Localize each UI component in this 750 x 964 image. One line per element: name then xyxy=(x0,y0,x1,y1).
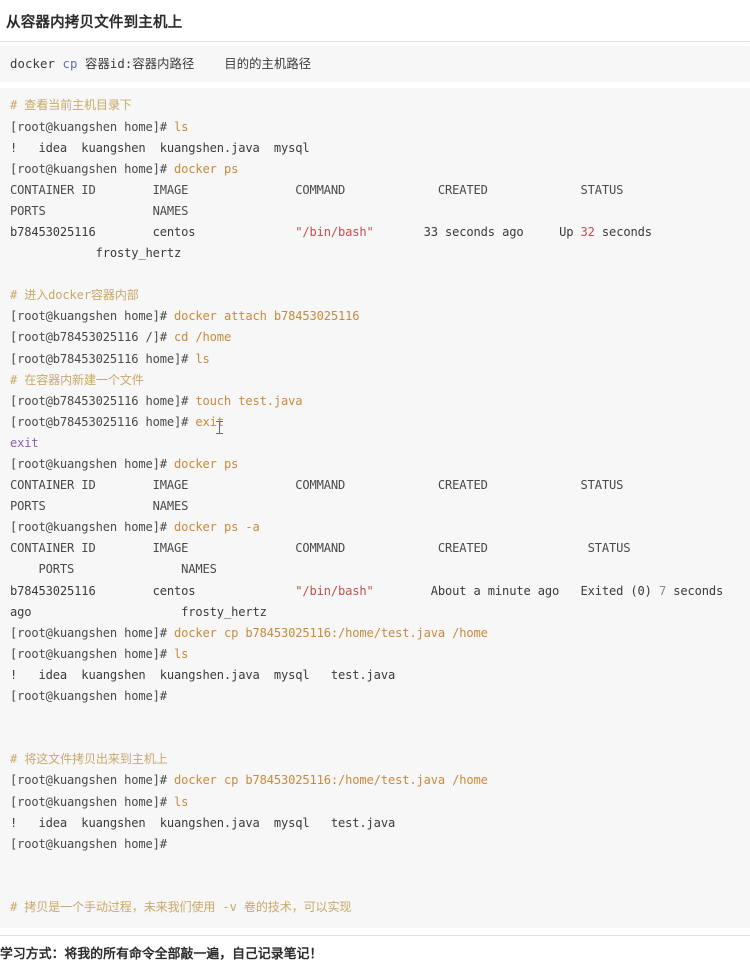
terminal-row-cell: About a minute ago Exited (0) xyxy=(373,583,659,598)
terminal-prompt: [root@kuangshen home]# xyxy=(10,119,167,134)
terminal-prompt: [root@kuangshen home]# xyxy=(10,309,167,324)
terminal-exit-keyword: exit xyxy=(10,435,39,450)
terminal-command: docker ps -a xyxy=(166,520,260,535)
terminal-row-cell: b78453025116 centos xyxy=(10,224,296,239)
syntax-seg-2: 容器id:容器内路径 目的的主机路径 xyxy=(77,57,312,72)
terminal-prompt: [root@kuangshen home]# xyxy=(10,794,167,809)
terminal-comment: # 在容器内新建一个文件 xyxy=(10,372,144,387)
terminal-row-status: seconds xyxy=(594,224,652,239)
terminal-row-status: seconds xyxy=(666,583,724,598)
terminal-comment: # 进入docker容器内部 xyxy=(10,288,139,303)
footer-note: 学习方式：将我的所有命令全部敲一遍，自己记录笔记！ xyxy=(0,947,323,963)
terminal-row-cell xyxy=(374,225,424,239)
terminal-prompt: [root@b78453025116 home]# xyxy=(10,351,189,366)
terminal-comment: # 拷贝是一个手动过程，未来我们使用 -v 卷的技术，可以实现 xyxy=(10,899,352,914)
terminal-command: cd /home xyxy=(166,330,232,345)
terminal-prompt: [root@kuangshen home]# xyxy=(10,689,167,704)
terminal-prompt: [root@b78453025116 home]# xyxy=(10,393,189,408)
terminal-prompt: [root@b78453025116 /]# xyxy=(10,330,167,345)
terminal-prompt: [root@kuangshen home]# xyxy=(10,773,167,788)
terminal-prompt: [root@kuangshen home]# xyxy=(10,625,167,640)
terminal-command: docker ps xyxy=(166,457,239,471)
terminal-prompt: [root@kuangshen home]# xyxy=(10,161,167,176)
terminal-command: touch test.java xyxy=(188,393,303,408)
page-root: 从容器内拷贝文件到主机上 docker cp 容器id:容器内路径 目的的主机路… xyxy=(0,10,750,964)
page-title: 从容器内拷贝文件到主机上 xyxy=(6,14,183,31)
syntax-line: docker cp 容器id:容器内路径 目的的主机路径 xyxy=(10,56,740,72)
terminal-prompt: [root@b78453025116 home]# xyxy=(10,414,189,429)
syntax-seg-0: docker xyxy=(10,57,63,72)
terminal-row-command: "/bin/bash" xyxy=(295,583,374,598)
terminal-command: docker cp b78453025116:/home/test.java /… xyxy=(166,773,488,788)
terminal-row-created: 33 seconds ago xyxy=(423,224,524,239)
title-divider xyxy=(0,41,750,43)
terminal-command: docker attach b78453025116 xyxy=(166,309,360,324)
terminal-comment: # 查看当前主机目录下 xyxy=(10,98,132,113)
terminal-command: docker cp b78453025116:/home/test.java /… xyxy=(166,625,488,640)
terminal-prompt: [root@kuangshen home]# xyxy=(10,457,167,471)
terminal-output: ! idea kuangshen kuangshen.java mysql te… xyxy=(10,815,396,830)
terminal-table-header: CONTAINER ID IMAGE COMMAND CREATED STATU… xyxy=(10,478,624,493)
terminal-row-status-num: 32 xyxy=(580,224,595,239)
terminal-row-cell: Up xyxy=(523,224,581,239)
terminal-output: ago frosty_hertz xyxy=(10,604,267,619)
syntax-seg-cp: cp xyxy=(62,57,78,72)
terminal-prompt: [root@kuangshen home]# xyxy=(10,520,167,535)
syntax-code-block[interactable]: docker cp 容器id:容器内路径 目的的主机路径 xyxy=(0,46,750,83)
terminal-output: ! idea kuangshen kuangshen.java mysql xyxy=(10,140,310,155)
terminal-row-cell: b78453025116 centos xyxy=(10,583,296,598)
terminal-output: ! idea kuangshen kuangshen.java mysql te… xyxy=(10,667,396,682)
terminal-command: ls xyxy=(166,119,189,134)
terminal-row-command: "/bin/bash" xyxy=(295,224,374,239)
terminal-table-header: CONTAINER ID IMAGE COMMAND CREATED STATU… xyxy=(10,182,624,197)
terminal-prompt: [root@kuangshen home]# xyxy=(10,836,167,851)
terminal-command: exit xyxy=(188,414,224,429)
terminal-prompt: [root@kuangshen home]# xyxy=(10,646,167,661)
terminal-table-header: CONTAINER ID IMAGE COMMAND CREATED STATU… xyxy=(10,541,631,556)
terminal-table-header: PORTS NAMES xyxy=(10,203,189,218)
terminal-command: ls xyxy=(166,646,189,661)
terminal-table-header: PORTS NAMES xyxy=(10,562,217,577)
terminal-comment: # 将这文件拷贝出来到主机上 xyxy=(10,752,168,767)
terminal-transcript: # 查看当前主机目录下 [root@kuangshen home]# ls ! … xyxy=(10,95,740,918)
terminal-command: docker ps xyxy=(166,161,239,176)
terminal-output: frosty_hertz xyxy=(10,246,182,261)
terminal-command: ls xyxy=(166,794,189,809)
terminal-table-header: PORTS NAMES xyxy=(10,499,189,514)
terminal-command: ls xyxy=(188,351,210,366)
terminal-code-block[interactable]: # 查看当前主机目录下 [root@kuangshen home]# ls ! … xyxy=(0,88,750,929)
